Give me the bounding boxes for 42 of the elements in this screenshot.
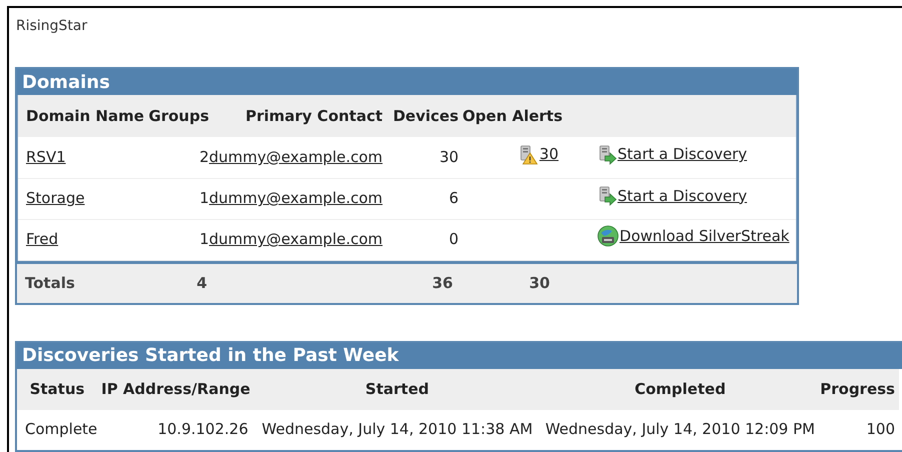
server-warning-icon [518, 144, 538, 165]
table-cell: 100 [866, 420, 895, 438]
server-arrow-icon [596, 144, 617, 165]
table-cell: Completed [634, 380, 726, 398]
table-cell: Complete [25, 420, 98, 438]
domain-link[interactable]: Storage [26, 189, 85, 208]
table-cell: Wednesday, July 14, 2010 11:38 AM [262, 420, 533, 438]
table-cell: 1 [199, 230, 210, 248]
domain-link[interactable]: RSV1 [26, 148, 66, 166]
table-cell: 4 [196, 274, 207, 292]
domain-link[interactable]: Fred [26, 230, 58, 248]
table-cell: 30 [529, 274, 550, 292]
table-cell: Wednesday, July 14, 2010 12:09 PM [545, 420, 815, 438]
table-cell: 36 [432, 274, 453, 292]
globe-drive-icon [596, 225, 619, 248]
table-cell: 0 [448, 230, 459, 248]
table-cell: 10.9.102.26 [158, 420, 248, 438]
alerts-link[interactable]: 30 [539, 143, 559, 166]
table-cell: 2 [199, 148, 210, 166]
panel-title: Discoveries Started in the Past Week [22, 344, 399, 368]
action-link[interactable]: Start a Discovery [618, 184, 747, 208]
table-cell: 6 [448, 189, 459, 208]
table-cell: Primary Contact [246, 106, 383, 125]
panel-title: Domains [22, 70, 110, 94]
table-cell: Domain Name [26, 106, 144, 125]
table-cell: Status [30, 380, 85, 398]
email-link[interactable]: dummy@example.com [209, 230, 383, 248]
table-cell: Open Alerts [462, 106, 563, 125]
email-link[interactable]: dummy@example.com [209, 189, 383, 208]
table-cell: IP Address/Range [101, 380, 250, 398]
app-title: RisingStar [16, 17, 88, 36]
table-cell: Progress [820, 380, 895, 398]
table-cell: 30 [439, 148, 459, 166]
table-cell: Totals [25, 274, 75, 292]
action-link[interactable]: Download SilverStreak [620, 225, 790, 248]
email-link[interactable]: dummy@example.com [209, 148, 383, 166]
table-cell: 1 [199, 189, 210, 208]
server-arrow-icon [596, 186, 617, 206]
table-cell: Started [365, 380, 429, 398]
action-link[interactable]: Start a Discovery [618, 143, 747, 166]
table-cell: Groups [148, 106, 210, 125]
table-cell: Devices [392, 106, 459, 125]
